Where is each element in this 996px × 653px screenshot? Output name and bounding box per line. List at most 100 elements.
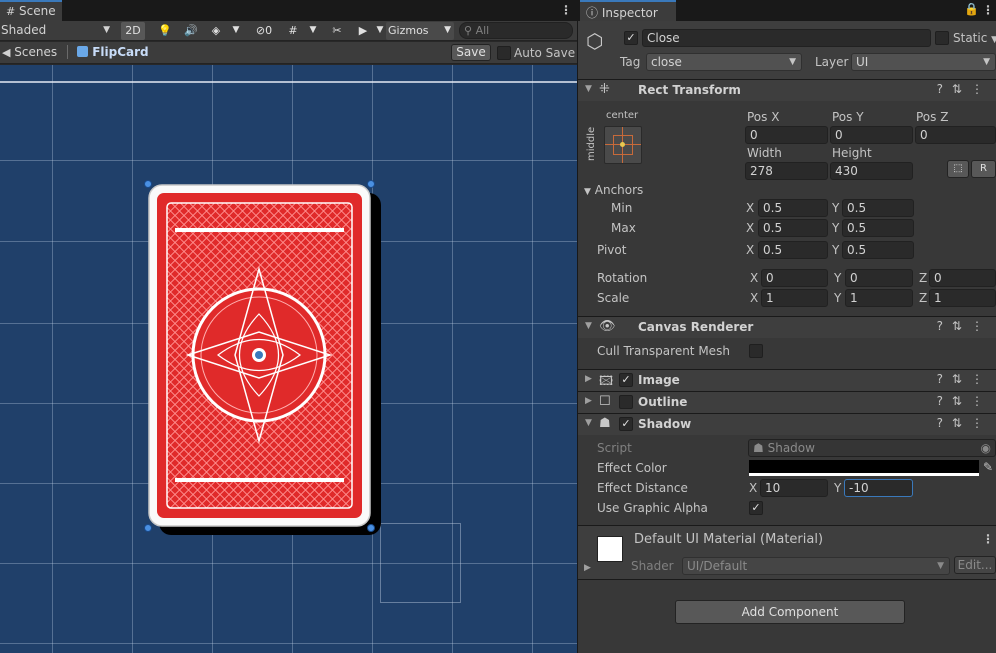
gizmos-dropdown[interactable]: Gizmos ▼: [386, 22, 454, 40]
resize-handle-top-left[interactable]: [144, 180, 152, 188]
pivot-y-field[interactable]: 0.5: [842, 241, 914, 259]
panel-splitter[interactable]: [577, 0, 578, 653]
gizmos-label: Gizmos: [388, 24, 429, 37]
effect-color-swatch[interactable]: [749, 460, 979, 476]
anchor-min-y-field[interactable]: 0.5: [842, 199, 914, 217]
scale-x-label: X: [750, 291, 759, 305]
cull-transparent-mesh-checkbox[interactable]: [749, 344, 763, 358]
rect-transform-header[interactable]: ▼ ⁜ Rect Transform ?⇅⋮: [578, 79, 996, 101]
tab-inspector[interactable]: ⓘ Inspector: [580, 0, 676, 21]
effect-distance-y-field[interactable]: -10: [844, 479, 913, 497]
anchor-min-x-field[interactable]: 0.5: [758, 199, 828, 217]
resize-handle-top-right[interactable]: [367, 180, 375, 188]
shadow-header[interactable]: ▼ ☗ ✓ Shadow ?⇅⋮: [578, 413, 996, 435]
camera-dropdown-chevron-icon[interactable]: ▼: [374, 22, 386, 40]
width-field[interactable]: 278: [745, 162, 828, 180]
outline-header[interactable]: ▶ ☐ Outline ?⇅⋮: [578, 391, 996, 413]
scene-tab-bar: # Scene ⋮: [0, 0, 577, 21]
effects-dropdown-chevron-icon[interactable]: ▼: [229, 22, 243, 40]
lock-icon[interactable]: 🔒: [964, 2, 979, 16]
height-field[interactable]: 430: [830, 162, 913, 180]
component-header-icons[interactable]: ?⇅⋮: [937, 416, 992, 430]
canvas-renderer-header[interactable]: ▼ 👁 Canvas Renderer ?⇅⋮: [578, 316, 996, 338]
anchors-foldout[interactable]: ▼ Anchors: [584, 183, 643, 197]
scale-label: Scale: [597, 291, 630, 305]
component-header-icons[interactable]: ?⇅⋮: [937, 372, 992, 386]
shading-mode-dropdown[interactable]: Shaded ▼: [0, 22, 114, 40]
outline-title: Outline: [638, 395, 688, 409]
resize-handle-bottom-right[interactable]: [367, 524, 375, 532]
grid-line: [0, 160, 577, 161]
tools-icon[interactable]: ✂: [326, 22, 348, 40]
eyedropper-icon[interactable]: ✎: [983, 460, 993, 474]
scene-search-input[interactable]: ⚲ All: [459, 22, 573, 39]
grid-snap-icon[interactable]: #: [282, 22, 304, 40]
breadcrumb-prefab-label: FlipCard: [92, 45, 149, 59]
expand-arrow-icon[interactable]: ▶: [584, 563, 591, 573]
object-active-checkbox[interactable]: ✓: [624, 31, 638, 45]
image-enabled-checkbox[interactable]: ✓: [619, 373, 633, 387]
anchor-max-y-value: 0.5: [847, 221, 867, 235]
grid-dropdown-chevron-icon[interactable]: ▼: [306, 22, 320, 40]
raw-edit-button[interactable]: R: [971, 160, 996, 178]
object-name-field[interactable]: Close: [642, 29, 931, 47]
static-checkbox[interactable]: [935, 31, 949, 45]
pivot-y-value: 0.5: [847, 243, 867, 257]
image-header[interactable]: ▶ 🖾 ✓ Image ?⇅⋮: [578, 369, 996, 391]
shader-edit-button[interactable]: Edit...: [954, 556, 996, 574]
dashed-rect-icon: ⬚: [953, 163, 963, 174]
scale-y-field[interactable]: 1: [845, 289, 913, 307]
anchor-preset-button[interactable]: [604, 126, 642, 164]
audio-toggle-icon[interactable]: 🔊: [180, 22, 202, 40]
rotation-y-field[interactable]: 0: [845, 269, 913, 287]
collapse-arrow-icon: ▼: [584, 187, 591, 197]
tag-dropdown[interactable]: close ▼: [646, 53, 802, 71]
component-header-icons[interactable]: ?⇅⋮: [937, 394, 992, 408]
rotation-z-field[interactable]: 0: [929, 269, 996, 287]
tab-scene[interactable]: # Scene: [0, 0, 62, 21]
shadow-enabled-checkbox[interactable]: ✓: [619, 417, 633, 431]
anchor-center-dot: [620, 142, 625, 147]
scale-z-field[interactable]: 1: [929, 289, 996, 307]
chevron-down-icon: ▼: [991, 35, 996, 45]
pos-y-field[interactable]: 0: [830, 126, 913, 144]
anchor-max-x-field[interactable]: 0.5: [758, 219, 828, 237]
shader-edit-label: Edit...: [957, 558, 993, 572]
unity-editor: # Scene ⋮ Shaded ▼ 2D 💡 🔊 ◈ ▼ ⊘0 # ▼ ✂ ▶…: [0, 0, 996, 653]
effects-toggle-icon[interactable]: ◈: [205, 22, 227, 40]
pivot-x-field[interactable]: 0.5: [758, 241, 828, 259]
object-name-value: Close: [647, 31, 680, 45]
use-graphic-alpha-checkbox[interactable]: ✓: [749, 501, 763, 515]
component-header-icons[interactable]: ?⇅⋮: [937, 82, 992, 96]
toggle-2d-button[interactable]: 2D: [121, 22, 145, 40]
rotation-x-field[interactable]: 0: [761, 269, 828, 287]
shader-dropdown[interactable]: UI/Default ▼: [682, 557, 950, 575]
object-bounds-outline: [380, 523, 461, 603]
blueprint-mode-button[interactable]: ⬚: [947, 160, 969, 178]
effect-distance-x-field[interactable]: 10: [760, 479, 828, 497]
anchor-max-y-field[interactable]: 0.5: [842, 219, 914, 237]
pos-x-field[interactable]: 0: [745, 126, 828, 144]
scale-x-field[interactable]: 1: [761, 289, 828, 307]
camera-icon[interactable]: ▶: [352, 22, 374, 40]
add-component-button[interactable]: Add Component: [675, 600, 905, 624]
tab-scene-label: Scene: [19, 4, 56, 18]
material-menu-icon[interactable]: ⋮: [982, 532, 994, 546]
scene-menu-icon[interactable]: ⋮: [560, 3, 572, 17]
resize-handle-bottom-left[interactable]: [144, 524, 152, 532]
breadcrumb-scenes[interactable]: ◀ Scenes: [2, 45, 57, 59]
layer-dropdown[interactable]: UI ▼: [851, 53, 996, 71]
object-picker-icon[interactable]: ◉: [981, 441, 991, 455]
card-back-image[interactable]: [148, 184, 371, 527]
scene-viewport[interactable]: [0, 65, 577, 653]
pos-z-field[interactable]: 0: [915, 126, 996, 144]
inspector-menu-icon[interactable]: ⋮: [982, 3, 994, 17]
save-button[interactable]: Save: [451, 44, 491, 61]
scale-y-value: 1: [850, 291, 858, 305]
breadcrumb-prefab[interactable]: FlipCard: [77, 45, 149, 59]
component-header-icons[interactable]: ?⇅⋮: [937, 319, 992, 333]
lighting-toggle-icon[interactable]: 💡: [154, 22, 176, 40]
scene-visibility-toggle[interactable]: ⊘0: [248, 22, 280, 40]
outline-enabled-checkbox[interactable]: [619, 395, 633, 409]
auto-save-checkbox[interactable]: [497, 46, 511, 60]
